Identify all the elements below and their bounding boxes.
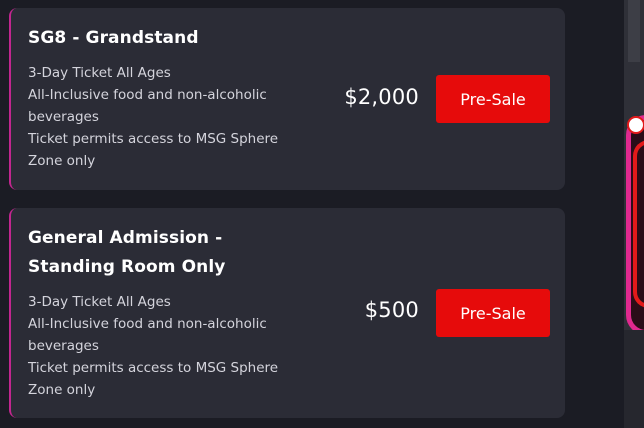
ticket-title: General Admission - Standing Room Only — [28, 228, 226, 277]
ticket-price: $500 — [364, 298, 419, 322]
ticket-card-sg8-grandstand: SG8 - Grandstand 3-Day Ticket All Ages A… — [9, 8, 565, 190]
presale-button[interactable]: Pre-Sale — [436, 75, 550, 123]
side-artwork — [624, 0, 644, 428]
feature-item: Ticket permits access to MSG Sphere Zone… — [28, 360, 279, 398]
presale-button[interactable]: Pre-Sale — [436, 289, 550, 337]
artwork-stripe — [628, 0, 640, 62]
ticket-title: SG8 - Grandstand — [28, 28, 199, 48]
feature-item: 3-Day Ticket All Ages — [28, 294, 171, 310]
artwork-badge-icon — [627, 116, 644, 134]
feature-item: Ticket permits access to MSG Sphere Zone… — [28, 131, 279, 169]
ticket-price: $2,000 — [344, 85, 419, 109]
ticket-features: 3-Day Ticket All Ages All-Inclusive food… — [28, 291, 308, 401]
ticket-info: SG8 - Grandstand 3-Day Ticket All Ages A… — [28, 8, 308, 172]
ticket-info: General Admission - Standing Room Only 3… — [28, 208, 308, 401]
feature-item: All-Inclusive food and non-alcoholic bev… — [28, 316, 267, 354]
ticket-features: 3-Day Ticket All Ages All-Inclusive food… — [28, 62, 308, 172]
ticket-card-general-admission: General Admission - Standing Room Only 3… — [9, 208, 565, 418]
artwork-red-shape — [633, 140, 644, 308]
ticket-list-page: SG8 - Grandstand 3-Day Ticket All Ages A… — [0, 0, 644, 428]
feature-item: 3-Day Ticket All Ages — [28, 65, 171, 81]
feature-item: All-Inclusive food and non-alcoholic bev… — [28, 87, 267, 125]
artwork-dark-block — [624, 330, 644, 428]
